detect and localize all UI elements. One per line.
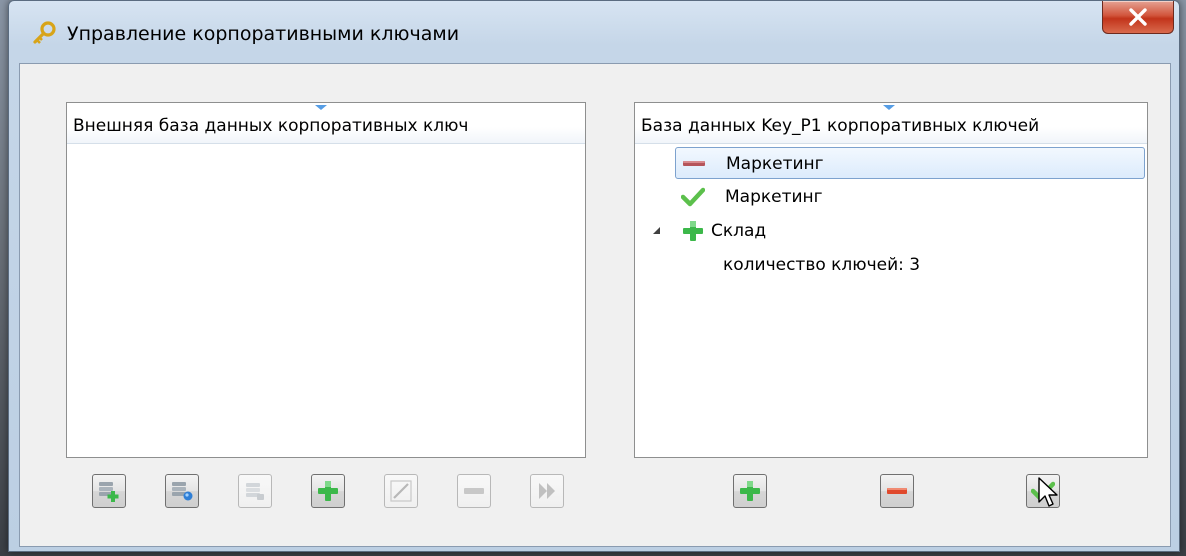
add-database-button[interactable] [92, 474, 126, 508]
edit-key-button[interactable] [384, 474, 418, 508]
minus-icon [887, 488, 907, 494]
minus-icon [682, 153, 706, 175]
title-bar[interactable]: Управление корпоративными ключами [9, 1, 1179, 63]
add-key-button[interactable] [311, 474, 345, 508]
sort-arrow-icon [883, 105, 895, 110]
tree-item-warehouse[interactable]: Склад [649, 215, 1145, 247]
check-icon [680, 186, 706, 208]
close-icon [1129, 8, 1147, 26]
tree-item-label: количество ключей: 3 [723, 255, 921, 275]
tree-item-key-count[interactable]: количество ключей: 3 [711, 249, 1145, 281]
dialog-window: Управление корпоративными ключами Внешня… [8, 0, 1180, 552]
remove-button[interactable] [880, 474, 914, 508]
tree-item-label: Маркетинг [726, 154, 824, 174]
plus-icon [681, 220, 705, 242]
connect-database-button[interactable] [165, 474, 199, 508]
database-connect-icon [172, 482, 193, 501]
external-database-list[interactable]: Внешняя база данных корпоративных ключ [66, 102, 586, 458]
database-icon [246, 483, 264, 500]
pencil-icon [390, 480, 412, 502]
tree-item-marketing-removed[interactable]: Маркетинг [675, 147, 1145, 179]
plus-icon [318, 481, 338, 501]
remove-key-button[interactable] [457, 474, 491, 508]
database-properties-button[interactable] [238, 474, 272, 508]
forward-icon [539, 483, 555, 499]
add-button[interactable] [733, 474, 767, 508]
key-icon [31, 21, 57, 47]
plus-icon [740, 481, 760, 501]
key-database-header-label: База данных Key_P1 корпоративных ключей [641, 116, 1040, 136]
external-database-column-header[interactable]: Внешняя база данных корпоративных ключ [67, 103, 585, 144]
tree-item-label: Склад [711, 221, 767, 241]
tree-item-marketing-checked[interactable]: Маркетинг [675, 181, 1145, 213]
minus-icon [464, 488, 484, 494]
key-database-column-header[interactable]: База данных Key_P1 корпоративных ключей [635, 103, 1147, 144]
transfer-button[interactable] [530, 474, 564, 508]
external-database-header-label: Внешняя база данных корпоративных ключ [73, 116, 469, 136]
mouse-pointer-icon [1038, 477, 1058, 507]
sort-arrow-icon [315, 105, 327, 110]
tree-item-label: Маркетинг [725, 187, 823, 207]
close-button[interactable] [1102, 1, 1174, 34]
key-database-tree[interactable]: База данных Key_P1 корпоративных ключей … [634, 102, 1148, 458]
expand-arrow-icon[interactable] [653, 227, 660, 234]
window-title: Управление корпоративными ключами [67, 23, 460, 45]
dialog-client-area: Внешняя база данных корпоративных ключ Б… [19, 63, 1171, 547]
database-add-icon [99, 482, 119, 502]
